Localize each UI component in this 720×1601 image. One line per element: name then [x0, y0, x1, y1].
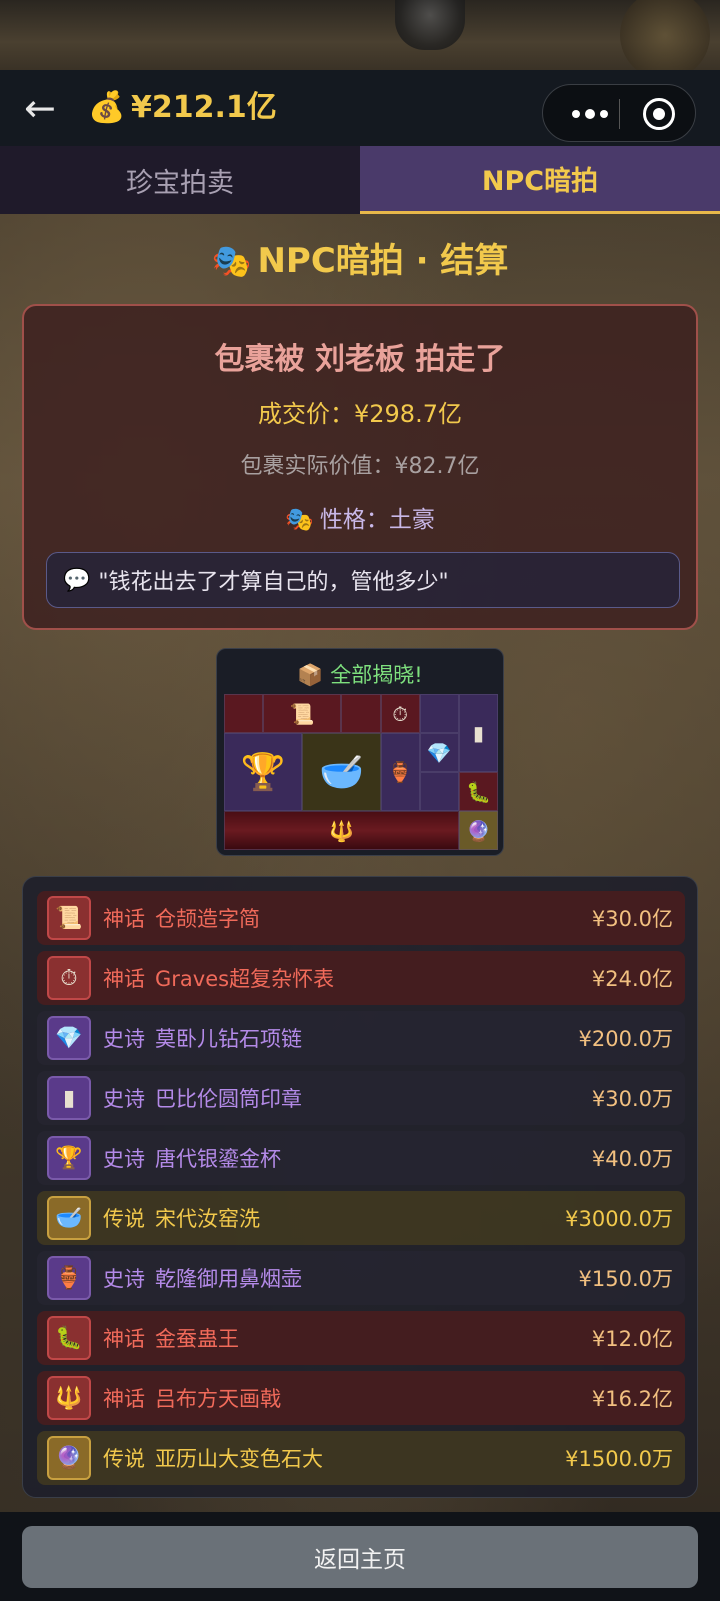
golden-silkworm-icon: 🐛	[458, 772, 498, 811]
list-item[interactable]: 💎 史诗 莫卧儿钻石项链 ¥200.0万	[37, 1011, 685, 1065]
item-price: ¥24.0亿	[591, 967, 673, 991]
personality-text: 性格：土豪	[319, 507, 435, 533]
back-arrow-icon[interactable]: ←	[24, 88, 70, 128]
item-name: 巴比伦圆筒印章	[155, 1087, 302, 1111]
item-name: Graves超复杂怀表	[155, 967, 335, 991]
cylinder-seal-icon: ▮	[47, 1076, 91, 1120]
deal-price: 成交价：¥298.7亿	[258, 400, 462, 428]
compass-decoration	[620, 0, 710, 80]
porcelain-bowl-icon: 🥣	[47, 1196, 91, 1240]
section-title-text: NPC暗拍 · 结算	[257, 241, 509, 281]
package-icon: 📦	[297, 663, 324, 687]
necklace-icon: 💎	[419, 733, 459, 772]
reveal-title-text: 全部揭晓!	[330, 663, 423, 687]
halberd-icon: 🔱	[224, 811, 459, 850]
rarity-label: 神话	[103, 1327, 145, 1351]
list-item[interactable]: 🔮 传说 亚历山大变色石大 ¥1500.0万	[37, 1431, 685, 1485]
theater-mask-icon: 🎭	[211, 242, 252, 280]
item-price: ¥1500.0万	[565, 1447, 673, 1471]
item-name: 唐代银鎏金杯	[155, 1147, 281, 1171]
reveal-title: 📦 全部揭晓!	[217, 659, 503, 689]
item-name: 金蚕蛊王	[155, 1327, 239, 1351]
grid-cell	[224, 694, 264, 733]
quote-text: "钱花出去了才算自己的，管他多少"	[98, 570, 449, 595]
pocket-watch-icon: ⏱	[380, 694, 420, 733]
list-item[interactable]: 🐛 神话 金蚕蛊王 ¥12.0亿	[37, 1311, 685, 1365]
item-name: 莫卧儿钻石项链	[155, 1027, 302, 1051]
list-item[interactable]: 🏆 史诗 唐代银鎏金杯 ¥40.0万	[37, 1131, 685, 1185]
footer-bar: 返回主页	[0, 1512, 720, 1601]
goblet-icon: 🏆	[224, 733, 303, 811]
rarity-label: 传说	[103, 1207, 145, 1231]
close-miniprogram-icon[interactable]	[643, 98, 675, 130]
grid-cell	[419, 694, 459, 733]
item-name: 亚历山大变色石大	[155, 1447, 323, 1471]
alexandrite-gem-icon: 🔮	[47, 1436, 91, 1480]
rarity-label: 神话	[103, 907, 145, 931]
snuff-bottle-icon: 🏺	[47, 1256, 91, 1300]
item-price: ¥200.0万	[578, 1027, 673, 1051]
package-grid: 📜 ⏱ ▮ 🏆 🥣 🏺 💎 🐛 🔱 🔮	[224, 694, 498, 850]
rarity-label: 史诗	[103, 1147, 145, 1171]
list-item[interactable]: ⏱ 神话 Graves超复杂怀表 ¥24.0亿	[37, 951, 685, 1005]
halberd-icon: 🔱	[47, 1376, 91, 1420]
item-name: 仓颉造字简	[155, 907, 260, 931]
grid-cell	[419, 772, 459, 811]
npc-personality: 🎭 性格：土豪	[24, 500, 696, 534]
item-price: ¥30.0亿	[591, 907, 673, 931]
capsule-divider	[619, 99, 620, 129]
grid-cell	[341, 694, 381, 733]
return-home-button[interactable]: 返回主页	[22, 1526, 698, 1588]
bamboo-scroll-icon: 📜	[263, 694, 342, 733]
item-price: ¥12.0亿	[591, 1327, 673, 1351]
item-name: 吕布方天画戟	[155, 1387, 281, 1411]
item-list: 📜 神话 仓颉造字简 ¥30.0亿 ⏱ 神话 Graves超复杂怀表 ¥24.0亿 💎 史诗 莫卧儿…	[22, 876, 698, 1498]
balance-amount: ¥212.1亿	[131, 90, 277, 125]
tab-bar: 珍宝拍卖 NPC暗拍	[0, 146, 720, 214]
snuff-bottle-icon: 🏺	[380, 733, 420, 811]
theater-mask-icon: 🎭	[285, 507, 314, 533]
porcelain-bowl-icon: 🥣	[302, 733, 381, 811]
item-price: ¥3000.0万	[565, 1207, 673, 1231]
alexandrite-gem-icon: 🔮	[458, 811, 498, 850]
speech-bubble-icon: 💬	[63, 567, 91, 593]
cylinder-seal-icon: ▮	[458, 694, 498, 772]
item-price: ¥16.2亿	[591, 1387, 673, 1411]
list-item[interactable]: ▮ 史诗 巴比伦圆筒印章 ¥30.0万	[37, 1071, 685, 1125]
list-item[interactable]: 🔱 神话 吕布方天画戟 ¥16.2亿	[37, 1371, 685, 1425]
item-price: ¥150.0万	[578, 1267, 673, 1291]
bamboo-scroll-icon: 📜	[47, 896, 91, 940]
list-item[interactable]: 📜 神话 仓颉造字简 ¥30.0亿	[37, 891, 685, 945]
item-name: 宋代汝窑洗	[155, 1207, 260, 1231]
rarity-label: 神话	[103, 967, 145, 991]
rarity-label: 传说	[103, 1447, 145, 1471]
goblet-icon: 🏆	[47, 1136, 91, 1180]
item-name: 乾隆御用鼻烟壶	[155, 1267, 302, 1291]
rarity-label: 史诗	[103, 1027, 145, 1051]
winner-headline: 包裹被 刘老板 拍走了	[214, 342, 506, 377]
miniprogram-capsule	[542, 84, 696, 142]
list-item[interactable]: 🥣 传说 宋代汝窑洗 ¥3000.0万	[37, 1191, 685, 1245]
more-menu-icon[interactable]	[565, 85, 615, 143]
top-bar: ← 💰 ¥212.1亿	[0, 70, 720, 146]
inkwell-decoration	[395, 0, 465, 50]
rarity-label: 史诗	[103, 1267, 145, 1291]
settlement-card: 包裹被 刘老板 拍走了 成交价：¥298.7亿 包裹实际价值：¥82.7亿 🎭 性…	[22, 304, 698, 630]
item-price: ¥30.0万	[591, 1087, 673, 1111]
rarity-label: 史诗	[103, 1087, 145, 1111]
section-title: 🎭 NPC暗拍 · 结算	[0, 236, 720, 286]
item-price: ¥40.0万	[591, 1147, 673, 1171]
desk-background-strip	[0, 0, 720, 80]
golden-silkworm-icon: 🐛	[47, 1316, 91, 1360]
rarity-label: 神话	[103, 1387, 145, 1411]
npc-quote: 💬 "钱花出去了才算自己的，管他多少"	[46, 552, 680, 608]
necklace-icon: 💎	[47, 1016, 91, 1060]
actual-value: 包裹实际价值：¥82.7亿	[240, 454, 480, 479]
reveal-panel: 📦 全部揭晓! 📜 ⏱ ▮ 🏆 🥣 🏺 💎 🐛 🔱 🔮	[216, 648, 504, 856]
list-item[interactable]: 🏺 史诗 乾隆御用鼻烟壶 ¥150.0万	[37, 1251, 685, 1305]
tab-treasure-auction[interactable]: 珍宝拍卖	[0, 146, 360, 214]
pocket-watch-icon: ⏱	[47, 956, 91, 1000]
money-bag-icon: 💰	[88, 90, 126, 125]
tab-npc-blind-auction[interactable]: NPC暗拍	[360, 146, 720, 214]
